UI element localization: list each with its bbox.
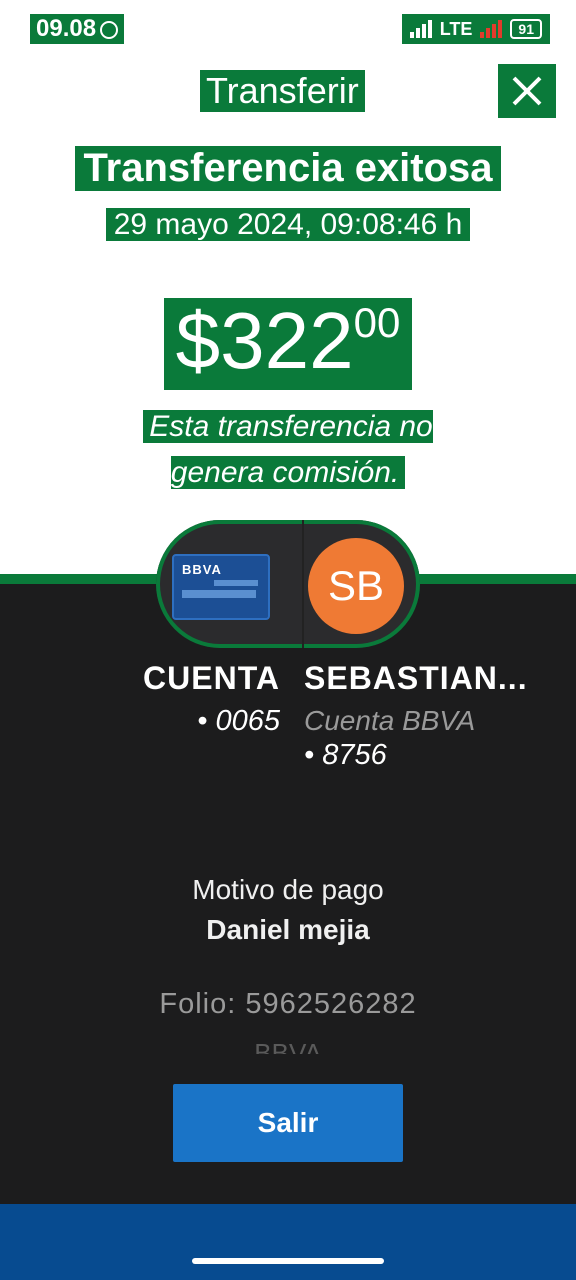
success-title: Transferencia exitosa — [75, 146, 501, 191]
status-bar: 09.08 LTE 91 — [0, 0, 576, 56]
alarm-icon — [100, 20, 119, 39]
battery-icon: 91 — [510, 19, 542, 39]
to-account-number: • 8756 — [304, 739, 387, 771]
success-section: Transferencia exitosa — [0, 146, 576, 191]
page-title: Transferir — [200, 70, 365, 112]
from-account-number: • 0065 — [197, 705, 280, 737]
to-account-name: SEBASTIAN... — [304, 660, 528, 696]
transfer-amount: $32200 — [0, 298, 576, 390]
amount-decimals: 00 — [353, 299, 401, 346]
amount-value: $32200 — [163, 296, 413, 390]
pill-divider — [302, 520, 304, 648]
close-icon — [512, 76, 542, 106]
exit-button[interactable]: Salir — [173, 1084, 403, 1162]
payment-reason-label: Motivo de pago — [192, 874, 384, 905]
payment-reason-value: Daniel mejia — [206, 914, 370, 945]
header: Transferir — [0, 64, 576, 118]
transfer-datetime: 29 mayo 2024, 09:08:46 h — [0, 208, 576, 242]
folio: Folio: 5962526282 — [159, 988, 417, 1020]
signal-strength-icon — [480, 20, 503, 38]
from-account: CUENTA • 0065 — [130, 660, 280, 738]
to-account-bank: Cuenta BBVA — [304, 705, 476, 736]
home-indicator[interactable] — [192, 1258, 384, 1264]
signal-icon — [409, 20, 432, 38]
datetime-text: 29 mayo 2024, 09:08:46 h — [105, 208, 471, 241]
to-account: SEBASTIAN... Cuenta BBVA • 8756 — [304, 660, 564, 772]
card-icon: BBVA — [172, 554, 270, 620]
avatar-initials: SB — [327, 562, 385, 609]
status-time-text: 09.08 — [36, 15, 97, 42]
status-indicators: LTE 91 — [401, 14, 550, 44]
payment-reason: Motivo de pago Daniel mejia — [0, 874, 576, 946]
bottom-bar — [0, 1204, 576, 1280]
partial-text: BBVA — [254, 1038, 322, 1054]
status-time: 09.08 — [30, 14, 125, 44]
accounts-pill: BBVA SB — [156, 520, 420, 648]
network-label: LTE — [439, 18, 473, 39]
commission-text: Esta transferencia no genera comisión. — [143, 410, 433, 489]
avatar: SB — [308, 538, 404, 634]
card-brand: BBVA — [182, 562, 222, 577]
from-account-name: CUENTA — [143, 660, 280, 696]
amount-integer: $322 — [175, 296, 354, 385]
commission-note: Esta transferencia no genera comisión. — [0, 404, 576, 496]
close-button[interactable] — [498, 64, 556, 118]
